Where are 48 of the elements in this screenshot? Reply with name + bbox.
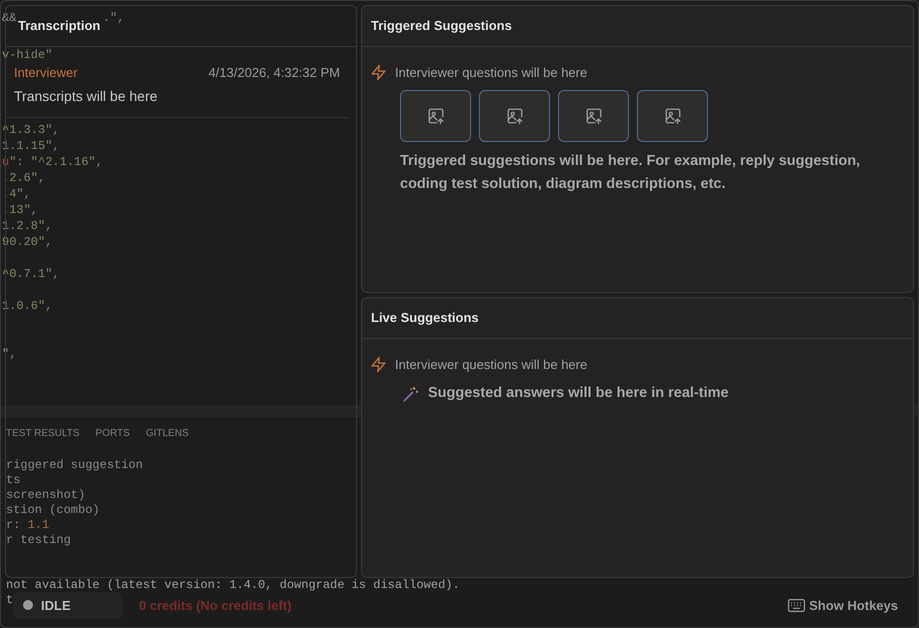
panel-title: Live Suggestions: [362, 298, 913, 338]
status-label: IDLE: [41, 596, 71, 614]
timestamp: 4/13/2026, 4:32:32 PM: [208, 64, 340, 82]
code-text: .13",: [2, 203, 38, 217]
image-upload-slot[interactable]: [479, 90, 550, 142]
code-text: riggered suggestion: [6, 458, 143, 472]
question-field: Interviewer questions will be here: [395, 354, 588, 374]
suggestion-message: Suggested answers will be here in real-time: [428, 384, 729, 403]
code-text: screenshot): [6, 488, 86, 502]
suggestion-message: Triggered suggestions will be here. For example, reply suggestion, coding test solution, diagram descriptions, etc.: [400, 152, 862, 194]
code-text: u: [2, 155, 10, 169]
code-text: r:: [6, 518, 22, 532]
image-upload-slot[interactable]: [400, 90, 471, 142]
code-text: stion (combo): [6, 503, 100, 517]
image-upload-slot[interactable]: [558, 90, 629, 142]
show-hotkeys-button[interactable]: Show Hotkeys: [788, 596, 898, 615]
transcript-text: Transcripts will be here: [14, 87, 158, 106]
magic-wand-icon: [402, 384, 420, 402]
keyboard-icon: [788, 598, 806, 612]
image-upload-slot[interactable]: [637, 90, 708, 142]
code-text: ts: [6, 473, 20, 487]
code-text: v-hide": [2, 48, 52, 62]
question-field: Interviewer questions will be here: [395, 62, 588, 82]
lightning-icon: [370, 64, 387, 81]
image-upload-icon: [584, 107, 602, 125]
status-dot: [23, 600, 33, 610]
code-text: ": "^2.1.16",: [9, 155, 103, 169]
code-text: .",: [102, 11, 124, 25]
image-upload-icon: [664, 107, 682, 125]
code-text: ^1.3.3",: [2, 123, 60, 137]
code-text: 90.20",: [2, 235, 52, 249]
panel-title: Transcription: [18, 18, 100, 33]
code-text: ",: [2, 347, 16, 361]
code-text: ^0.7.1",: [2, 267, 60, 281]
code-text: t: [6, 593, 14, 607]
panel-title: Triggered Suggestions: [362, 6, 913, 46]
credits-text: 0 credits (No credits left): [139, 596, 292, 615]
image-upload-icon: [426, 107, 444, 125]
panel-tab[interactable]: PORTS: [96, 426, 130, 441]
code-text: r testing: [6, 533, 71, 547]
panel-tab[interactable]: TEST RESULTS: [6, 426, 80, 441]
speaker-name: Interviewer: [14, 64, 78, 82]
lightning-icon: [370, 356, 387, 373]
image-upload-icon: [506, 107, 524, 125]
code-text: not available (latest version: 1.4.0, downgrade is disallowed).: [6, 578, 460, 592]
code-text: 1.1: [28, 518, 50, 532]
code-text: .2.6",: [2, 171, 46, 185]
panel-tab[interactable]: GITLENS: [146, 426, 189, 441]
